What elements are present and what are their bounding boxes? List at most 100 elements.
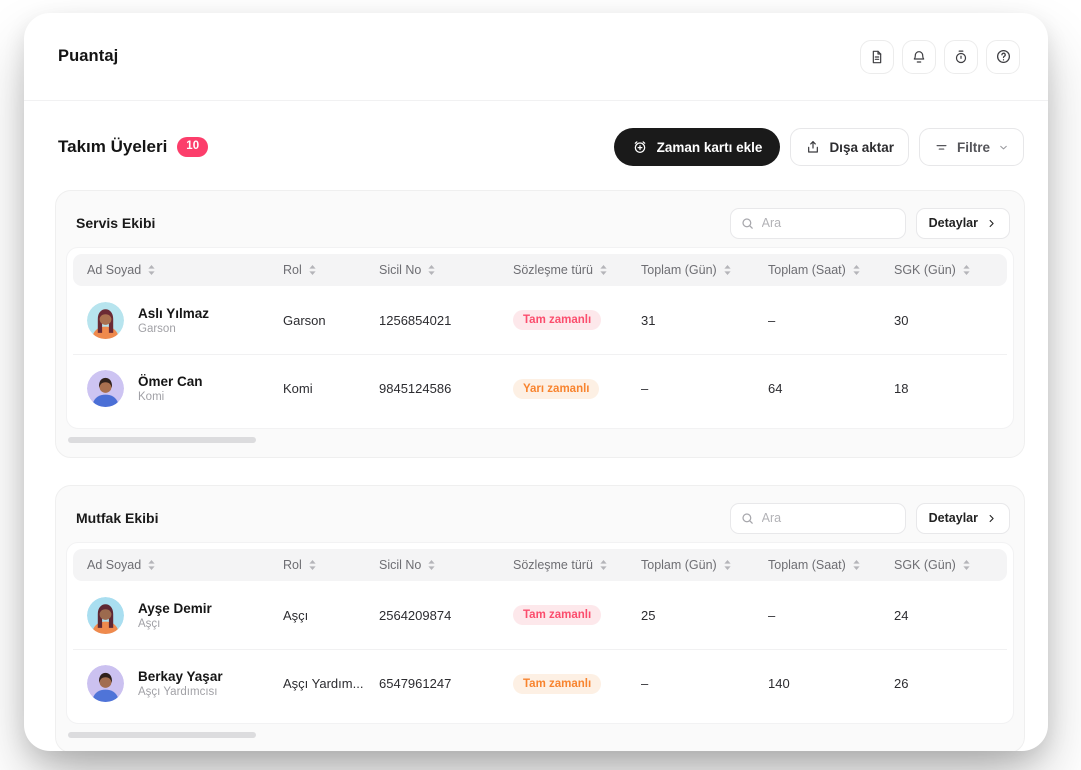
contract-badge: Tam zamanlı xyxy=(513,605,601,625)
table-row[interactable]: Ömer Can Komi Komi 9845124586 Yarı zaman… xyxy=(73,354,1007,422)
column-header-sgk-gun[interactable]: SGK (Gün) xyxy=(894,558,1007,572)
filter-label: Filtre xyxy=(957,140,990,155)
section-header-actions: Detaylar xyxy=(730,208,1010,239)
column-header-rol[interactable]: Rol xyxy=(283,558,379,572)
member-subtitle: Garson xyxy=(138,323,209,335)
sicil-no-value: 2564209874 xyxy=(379,608,513,623)
column-header-toplam-gun[interactable]: Toplam (Gün) xyxy=(641,263,768,277)
add-time-card-label: Zaman kartı ekle xyxy=(657,140,763,155)
member-name: Aslı Yılmaz xyxy=(138,306,209,321)
sort-icon xyxy=(147,559,156,571)
alarm-plus-icon xyxy=(632,139,648,155)
role-value: Aşçı xyxy=(283,608,379,623)
member-subtitle: Aşçı xyxy=(138,618,212,630)
scrollbar-thumb[interactable] xyxy=(68,732,256,738)
column-header-label: Sözleşme türü xyxy=(513,263,593,277)
total-days-value: 31 xyxy=(641,313,768,328)
total-days-value: – xyxy=(641,381,768,396)
column-header-sozlesme-turu[interactable]: Sözleşme türü xyxy=(513,558,641,572)
role-value: Aşçı Yardım... xyxy=(283,676,379,691)
export-icon xyxy=(805,139,821,155)
member-name: Ayşe Demir xyxy=(138,601,212,616)
chevron-down-icon xyxy=(998,142,1009,153)
column-header-label: Ad Soyad xyxy=(87,558,141,572)
sgk-days-value: 18 xyxy=(894,381,1007,396)
sort-icon xyxy=(962,559,971,571)
column-header-sicil-no[interactable]: Sicil No xyxy=(379,558,513,572)
sgk-days-value: 26 xyxy=(894,676,1007,691)
total-days-value: 25 xyxy=(641,608,768,623)
total-days-value: – xyxy=(641,676,768,691)
column-header-toplam-saat[interactable]: Toplam (Saat) xyxy=(768,263,894,277)
column-header-label: Sözleşme türü xyxy=(513,558,593,572)
total-hours-value: 64 xyxy=(768,381,894,396)
horizontal-scrollbar[interactable] xyxy=(66,724,1014,744)
toolbar-title-group: Takım Üyeleri 10 xyxy=(58,137,208,157)
column-header-label: Toplam (Gün) xyxy=(641,263,717,277)
member-name: Berkay Yaşar xyxy=(138,669,223,684)
column-header-toplam-saat[interactable]: Toplam (Saat) xyxy=(768,558,894,572)
stopwatch-icon xyxy=(953,49,969,65)
details-button[interactable]: Detaylar xyxy=(916,208,1010,239)
section-title: Mutfak Ekibi xyxy=(76,510,158,526)
column-header-ad-soyad[interactable]: Ad Soyad xyxy=(87,263,283,277)
total-hours-value: – xyxy=(768,608,894,623)
sicil-no-value: 6547961247 xyxy=(379,676,513,691)
column-header-label: Sicil No xyxy=(379,263,421,277)
details-label: Detaylar xyxy=(929,216,978,230)
sort-icon xyxy=(147,264,156,276)
column-header-label: Rol xyxy=(283,558,302,572)
chevron-right-icon xyxy=(986,513,997,524)
search-input[interactable] xyxy=(730,208,906,239)
section-header-actions: Detaylar xyxy=(730,503,1010,534)
sicil-no-value: 1256854021 xyxy=(379,313,513,328)
sort-icon xyxy=(599,264,608,276)
contract-badge: Tam zamanlı xyxy=(513,310,601,330)
timer-button[interactable] xyxy=(944,40,978,74)
column-header-sgk-gun[interactable]: SGK (Gün) xyxy=(894,263,1007,277)
help-icon xyxy=(995,48,1012,65)
section-header: Servis Ekibi Detaylar xyxy=(66,199,1014,247)
horizontal-scrollbar[interactable] xyxy=(66,429,1014,449)
total-hours-value: – xyxy=(768,313,894,328)
table-row[interactable]: Aslı Yılmaz Garson Garson 1256854021 Tam… xyxy=(73,286,1007,354)
member-subtitle: Aşçı Yardımcısı xyxy=(138,686,223,698)
column-header-label: Toplam (Saat) xyxy=(768,558,846,572)
details-button[interactable]: Detaylar xyxy=(916,503,1010,534)
toolbar: Takım Üyeleri 10 Zaman kartı ekle Dışa a… xyxy=(58,128,1024,166)
section-title: Servis Ekibi xyxy=(76,215,155,231)
help-button[interactable] xyxy=(986,40,1020,74)
column-header-toplam-gun[interactable]: Toplam (Gün) xyxy=(641,558,768,572)
header-icon-group xyxy=(860,40,1020,74)
column-header-label: SGK (Gün) xyxy=(894,558,956,572)
filter-button[interactable]: Filtre xyxy=(919,128,1024,166)
bell-icon xyxy=(911,49,927,65)
export-button[interactable]: Dışa aktar xyxy=(790,128,909,166)
document-button[interactable] xyxy=(860,40,894,74)
page-title: Puantaj xyxy=(58,47,118,66)
contract-badge: Tam zamanlı xyxy=(513,674,601,694)
column-header-label: SGK (Gün) xyxy=(894,263,956,277)
avatar xyxy=(87,665,124,702)
add-time-card-button[interactable]: Zaman kartı ekle xyxy=(614,128,781,166)
total-hours-value: 140 xyxy=(768,676,894,691)
column-header-label: Ad Soyad xyxy=(87,263,141,277)
section-card-servis-ekibi: Servis Ekibi Detaylar Ad Soyad Rol Sicil… xyxy=(55,190,1025,458)
table-row[interactable]: Berkay Yaşar Aşçı Yardımcısı Aşçı Yardım… xyxy=(73,649,1007,717)
app-window: Puantaj Takım Üyeleri 10 Zaman kartı xyxy=(24,13,1048,751)
column-header-rol[interactable]: Rol xyxy=(283,263,379,277)
sgk-days-value: 24 xyxy=(894,608,1007,623)
column-header-sozlesme-turu[interactable]: Sözleşme türü xyxy=(513,263,641,277)
member-subtitle: Komi xyxy=(138,391,203,403)
search-box xyxy=(730,208,906,239)
notifications-button[interactable] xyxy=(902,40,936,74)
sort-icon xyxy=(962,264,971,276)
role-value: Komi xyxy=(283,381,379,396)
app-header: Puantaj xyxy=(24,13,1048,101)
column-header-ad-soyad[interactable]: Ad Soyad xyxy=(87,558,283,572)
column-header-sicil-no[interactable]: Sicil No xyxy=(379,263,513,277)
search-input[interactable] xyxy=(730,503,906,534)
sgk-days-value: 30 xyxy=(894,313,1007,328)
table-row[interactable]: Ayşe Demir Aşçı Aşçı 2564209874 Tam zama… xyxy=(73,581,1007,649)
scrollbar-thumb[interactable] xyxy=(68,437,256,443)
